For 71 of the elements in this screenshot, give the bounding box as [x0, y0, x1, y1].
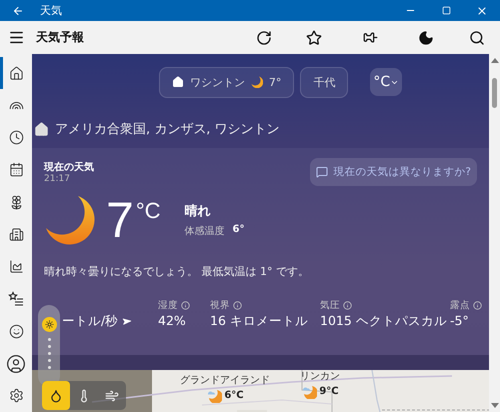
slider-tick — [48, 338, 50, 342]
scroll-up-icon — [490, 58, 498, 63]
home-icon — [34, 122, 49, 136]
slider-tick — [48, 352, 50, 356]
sun-icon — [44, 320, 54, 330]
detail-value: 16 キロメートル — [210, 313, 308, 330]
refresh-icon — [256, 30, 272, 46]
detail-label: 湿度 — [158, 298, 178, 312]
location-address: アメリカ合衆国, カンザス, ワシントン — [55, 121, 280, 138]
detail-label: 気圧 — [320, 298, 340, 312]
feels-like-label: 体感温度 — [184, 224, 224, 238]
city-temperature: 9°C — [319, 386, 339, 396]
search-icon — [469, 30, 485, 46]
cloud-moon-icon — [301, 383, 318, 399]
maximize-icon — [442, 6, 450, 15]
speech-bubble-icon — [316, 166, 328, 178]
slider-thumb[interactable] — [42, 317, 56, 332]
temperature: 7 — [106, 195, 134, 245]
condition: 晴れ — [184, 203, 212, 220]
window-title: 天気 — [40, 3, 63, 18]
back-icon — [12, 4, 24, 16]
detail-label: 視界 — [210, 298, 230, 312]
scroll-down-icon — [490, 403, 498, 408]
info-icon — [343, 300, 352, 310]
update-time: 21:17 — [44, 174, 71, 184]
location-tab[interactable]: ワシントン 7° — [158, 66, 294, 98]
detail-value: 42% — [158, 313, 186, 328]
time-slider[interactable] — [38, 305, 60, 387]
calendar-icon — [8, 162, 24, 178]
clock-icon — [8, 130, 24, 146]
detail-value: ートル/秒 — [62, 313, 118, 330]
wind-icon — [105, 388, 119, 402]
location-tab[interactable]: 千代 — [300, 66, 348, 98]
detail-value: -5° — [450, 313, 469, 328]
map-layer-button[interactable] — [42, 381, 70, 410]
forecast-summary: 晴れ時々曇りになるでしょう。 最低気温は 1° です。 — [44, 264, 310, 279]
feedback-button[interactable]: 現在の天気は異なりますか? — [310, 158, 477, 186]
city-name: リンカン — [300, 370, 340, 383]
moon-icon — [418, 30, 434, 46]
detail-value: 1015 ヘクトパスカル — [320, 313, 447, 330]
unit-dropdown[interactable]: °C — [370, 68, 402, 96]
city-temperature: 6°C — [224, 390, 244, 400]
building-icon — [8, 226, 24, 242]
smiley-icon — [8, 324, 24, 339]
moon-icon — [250, 76, 263, 88]
droplet-icon — [49, 388, 63, 402]
slider-tick — [48, 345, 50, 348]
settings-icon — [8, 388, 24, 404]
close-icon — [476, 4, 488, 16]
area-chart-icon — [8, 259, 24, 274]
flower-icon — [8, 194, 24, 210]
temperature-unit: °C — [136, 198, 160, 224]
star-icon — [306, 30, 322, 46]
cloud-moon-icon — [206, 387, 222, 403]
user-avatar-icon — [6, 354, 26, 374]
moon-icon — [44, 194, 96, 246]
info-icon — [473, 300, 482, 310]
pin-icon — [362, 30, 378, 45]
city-name: グランドアイランド — [180, 374, 270, 387]
menu-icon — [8, 29, 24, 46]
detail-label: 露点 — [450, 298, 470, 312]
slider-tick — [48, 359, 50, 362]
star-list-icon — [8, 290, 24, 307]
info-icon — [233, 300, 242, 310]
home-icon — [8, 66, 24, 81]
feels-like-value: 6° — [232, 224, 244, 237]
info-icon — [181, 300, 190, 310]
card-title: 現在の天気 — [44, 160, 94, 174]
scrollbar-thumb[interactable] — [492, 78, 497, 108]
page-title: 天気予報 — [36, 29, 85, 46]
slider-tick — [48, 366, 50, 370]
